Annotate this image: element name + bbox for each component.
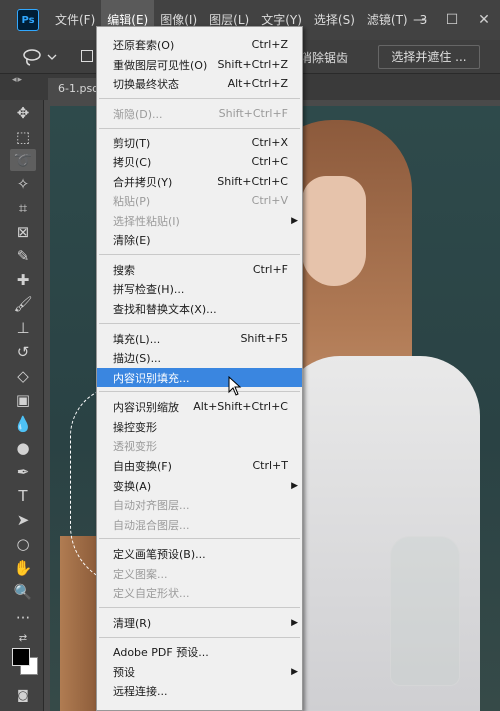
window-controls: — ☐ ✕ <box>404 0 500 40</box>
submenu-arrow-icon: ▶ <box>291 480 298 491</box>
gradient-tool-icon[interactable]: ▣ <box>10 389 36 411</box>
menu-item-content-aware-scale[interactable]: 内容识别缩放 Alt+Shift+Ctrl+C <box>97 397 302 416</box>
menu-item-perspective-warp: 透视变形 <box>113 439 157 453</box>
zoom-tool-icon[interactable]: 🔍 <box>10 581 36 603</box>
ellipse-tool-icon[interactable]: ○ <box>10 533 36 555</box>
menu-item-cut[interactable]: 剪切(T) Ctrl+X <box>97 133 302 152</box>
menu-separator <box>99 391 300 392</box>
menu-file[interactable]: 文件(F) <box>49 0 101 40</box>
lasso-preset-picker[interactable] <box>20 47 64 67</box>
menu-separator <box>99 607 300 608</box>
menu-separator <box>99 128 300 129</box>
frame-tool-icon[interactable]: ⊠ <box>10 221 36 243</box>
menu-item-define-custom-shape: 定义自定形状... <box>113 586 190 600</box>
menu-item-stroke[interactable]: 描边(S)... <box>97 348 302 367</box>
eraser-tool-icon[interactable]: ◇ <box>10 365 36 387</box>
type-tool-icon[interactable]: T <box>10 485 36 507</box>
path-selection-tool-icon[interactable]: ➤ <box>10 509 36 531</box>
healing-brush-tool-icon[interactable]: ✚ <box>10 269 36 291</box>
collapse-panel-icon[interactable]: ◂▸ <box>12 75 23 85</box>
photo-face <box>302 176 366 286</box>
menu-item-fill[interactable]: 填充(L)... Shift+F5 <box>97 329 302 348</box>
more-tools-icon[interactable]: ··· <box>10 607 36 629</box>
minimize-icon[interactable]: — <box>404 12 436 28</box>
menu-item-undo-lasso[interactable]: 还原套索(O) Ctrl+Z <box>97 35 302 54</box>
mouse-pointer-icon <box>228 376 242 396</box>
menu-item-toggle-last-state[interactable]: 切换最终状态 Alt+Ctrl+Z <box>97 74 302 93</box>
dodge-tool-icon[interactable]: ● <box>10 437 36 459</box>
menu-item-clear[interactable]: 清除(E) <box>97 230 302 249</box>
menu-item-adobe-pdf-presets[interactable]: Adobe PDF 预设... <box>97 642 302 661</box>
submenu-arrow-icon: ▶ <box>291 666 298 677</box>
menu-item-spell-check[interactable]: 拼写检查(H)... <box>97 279 302 298</box>
clone-stamp-tool-icon[interactable]: ⊥ <box>10 317 36 339</box>
pen-tool-icon[interactable]: ✒ <box>10 461 36 483</box>
hand-tool-icon[interactable]: ✋ <box>10 557 36 579</box>
eyedropper-tool-icon[interactable]: ✎ <box>10 245 36 267</box>
menu-item-auto-align-layers: 自动对齐图层... <box>113 498 190 512</box>
menu-item-copy-merged[interactable]: 合并拷贝(Y) Shift+Ctrl+C <box>97 172 302 191</box>
menu-item-presets[interactable]: 预设 ▶ <box>97 662 302 681</box>
menu-separator <box>99 637 300 638</box>
lasso-icon <box>23 49 57 66</box>
menu-separator <box>99 254 300 255</box>
menu-item-content-aware-fill[interactable]: 内容识别填充... <box>97 368 302 387</box>
menu-item-search[interactable]: 搜索 Ctrl+F <box>97 260 302 279</box>
menu-separator <box>99 538 300 539</box>
menu-item-fade: 渐隐(D)... Shift+Ctrl+F <box>113 107 288 121</box>
menu-item-copy[interactable]: 拷贝(C) Ctrl+C <box>97 152 302 171</box>
crop-tool-icon[interactable]: ⌗ <box>10 197 36 219</box>
submenu-arrow-icon: ▶ <box>291 617 298 628</box>
menu-select[interactable]: 选择(S) <box>308 0 361 40</box>
menu-item-puppet-warp[interactable]: 操控变形 <box>97 417 302 436</box>
menu-item-purge[interactable]: 清理(R) ▶ <box>97 613 302 632</box>
menu-item-redo[interactable]: 重做图层可见性(O) Shift+Ctrl+Z <box>97 55 302 74</box>
new-selection-icon[interactable] <box>81 50 93 62</box>
history-brush-tool-icon[interactable]: ↺ <box>10 341 36 363</box>
magic-wand-tool-icon[interactable]: ✧ <box>10 173 36 195</box>
menu-item-auto-blend-layers: 自动混合图层... <box>113 518 190 532</box>
menu-item-define-pattern: 定义图案... <box>113 567 168 581</box>
photoshop-logo: Ps <box>17 9 39 31</box>
swap-colors-icon[interactable]: ⇄ <box>10 628 36 650</box>
close-icon[interactable]: ✕ <box>468 12 500 28</box>
edit-menu-dropdown: 还原套索(O) Ctrl+Z 重做图层可见性(O) Shift+Ctrl+Z 切换最… <box>96 26 303 711</box>
maximize-icon[interactable]: ☐ <box>436 12 468 28</box>
menu-separator <box>99 323 300 324</box>
move-tool-icon[interactable]: ✥ <box>10 102 36 124</box>
quick-mask-icon[interactable]: ◙ <box>10 684 36 706</box>
lasso-tool-icon[interactable]: ➰ <box>10 149 36 171</box>
menu-item-paste: 粘贴(P) Ctrl+V <box>113 194 288 208</box>
menu-item-find-replace[interactable]: 查找和替换文本(X)... <box>97 299 302 318</box>
brush-tool-icon[interactable]: 🖌 <box>10 293 36 315</box>
submenu-arrow-icon: ▶ <box>291 215 298 226</box>
blur-tool-icon[interactable]: 💧 <box>10 413 36 435</box>
menu-item-free-transform[interactable]: 自由变换(F) Ctrl+T <box>97 456 302 475</box>
menu-item-paste-special: 选择性粘贴(I) ▶ <box>113 214 298 228</box>
menu-separator <box>99 98 300 99</box>
foreground-color-swatch[interactable] <box>12 648 30 666</box>
photo-glass-jar <box>390 536 460 686</box>
select-and-mask-button[interactable]: 选择并遮住 ... <box>378 45 480 69</box>
menu-item-define-brush-preset[interactable]: 定义画笔预设(B)... <box>97 544 302 563</box>
menu-item-remote-connections[interactable]: 远程连接... <box>97 681 302 700</box>
marquee-tool-icon[interactable]: ⬚ <box>10 126 36 148</box>
tools-panel: ✥ ⬚ ➰ ✧ ⌗ ⊠ ✎ ✚ 🖌 ⊥ ↺ ◇ ▣ 💧 ● ✒ T ➤ ○ ✋ … <box>0 100 44 711</box>
menu-item-transform[interactable]: 变换(A) ▶ <box>97 476 302 495</box>
anti-alias-label[interactable]: 消除锯齿 <box>300 49 348 66</box>
